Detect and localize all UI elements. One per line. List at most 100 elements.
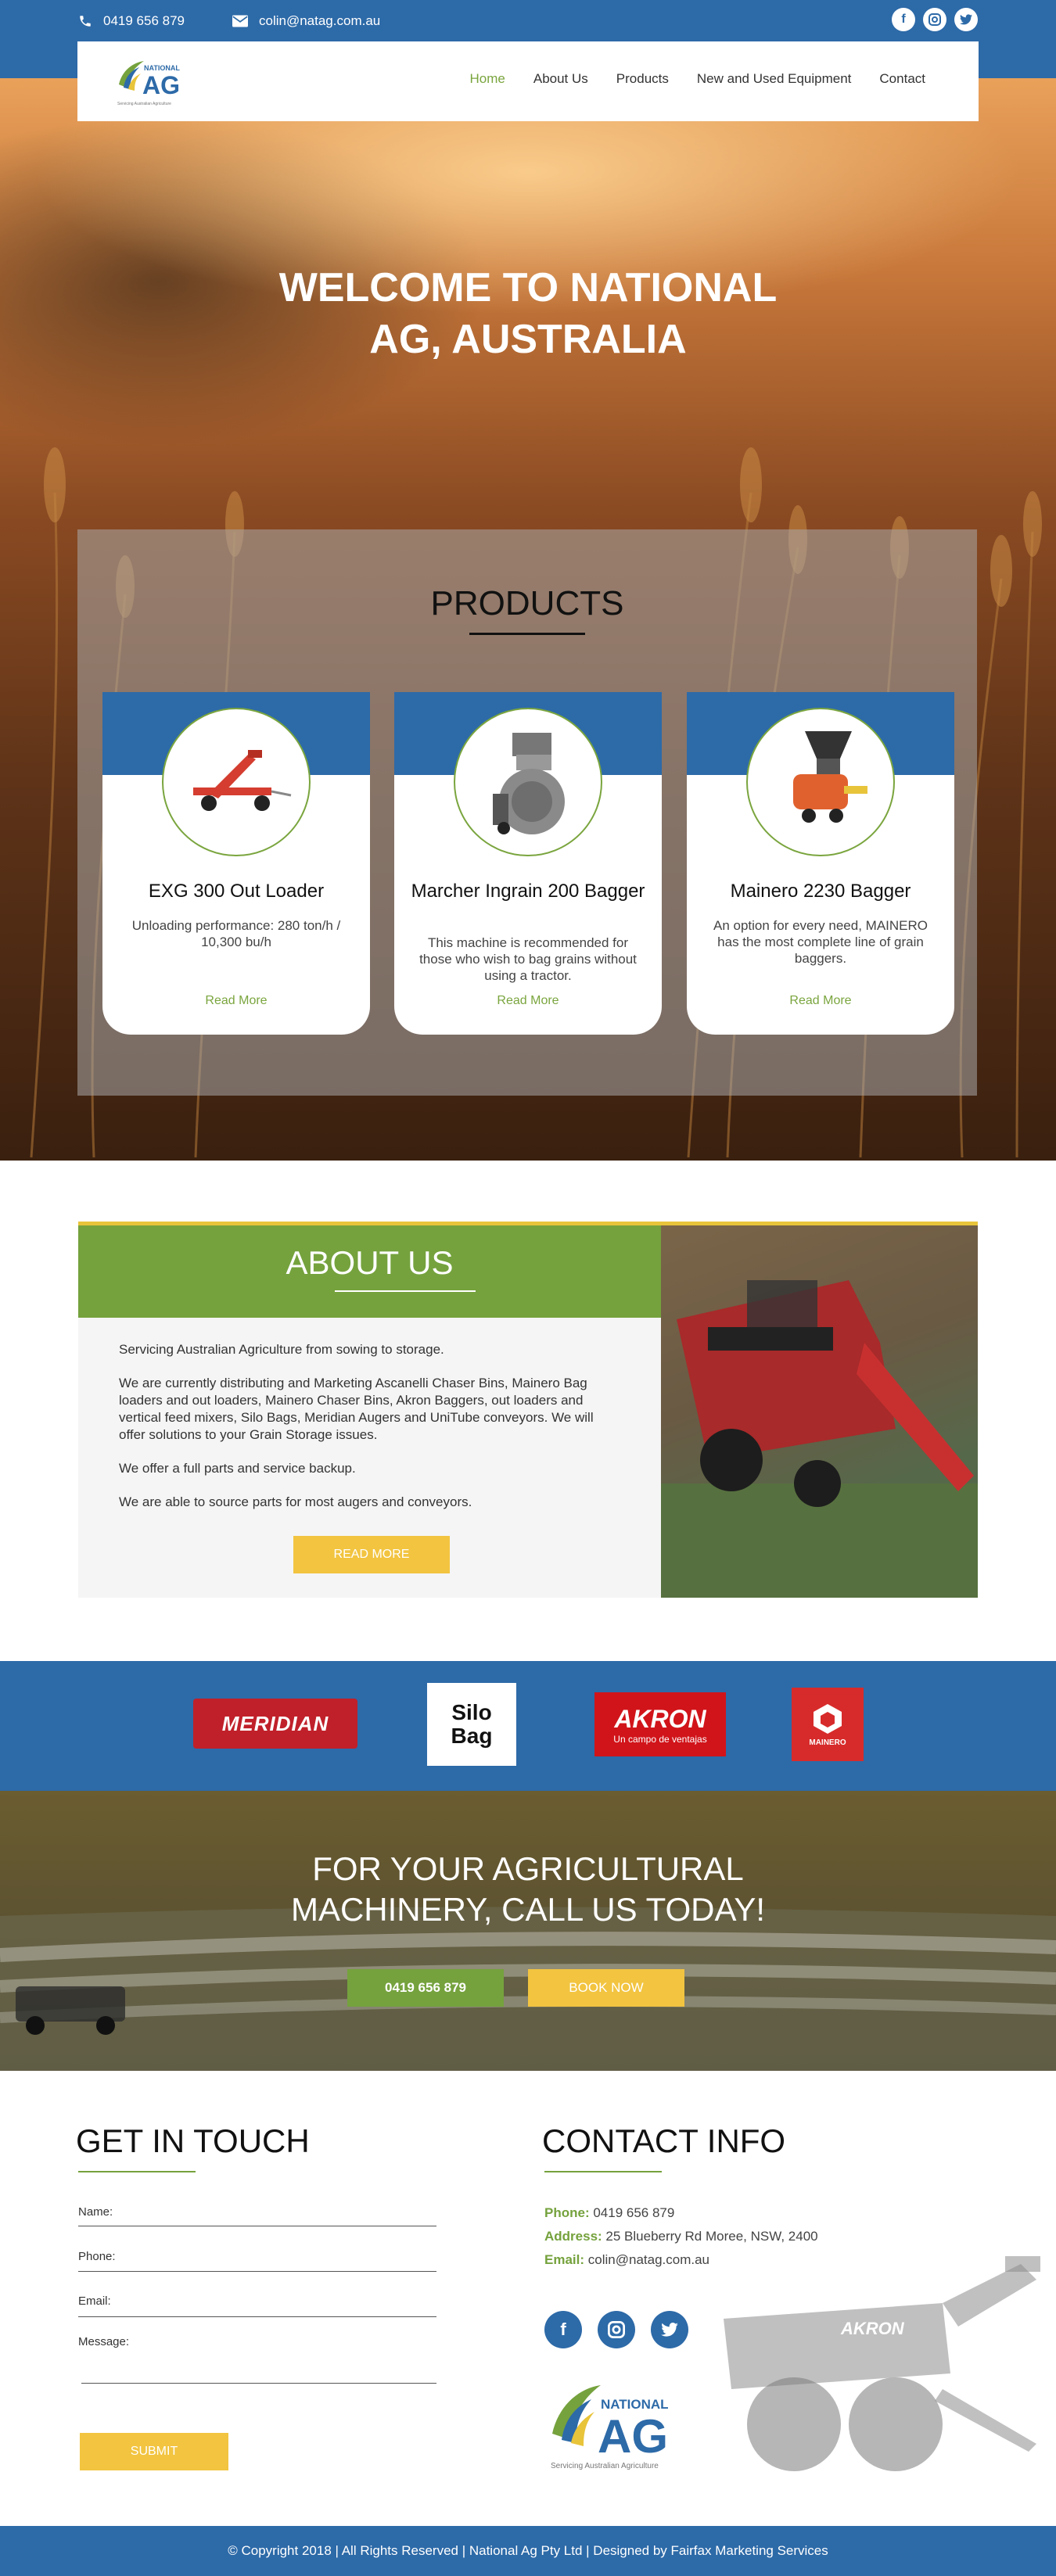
about-text: Servicing Australian Agriculture from so… [119, 1341, 620, 1527]
svg-text:Servicing Australian Agricultu: Servicing Australian Agriculture [551, 2462, 659, 2470]
product-description: An option for every need, MAINERO has th… [713, 918, 928, 966]
phone-field[interactable] [78, 2271, 436, 2272]
akron-logo[interactable]: AKRON Un campo de ventajas [594, 1692, 726, 1756]
phone-icon [80, 16, 91, 27]
name-label: Name: [78, 2205, 113, 2219]
email-label: Email: [78, 2294, 111, 2308]
product-title: EXG 300 Out Loader [148, 881, 325, 902]
call-to-action-section: FOR YOUR AGRICULTURAL MACHINERY, CALL US… [0, 1791, 1056, 2071]
about-paragraph: We offer a full parts and service backup… [119, 1461, 356, 1476]
nav-about-us[interactable]: About Us [533, 71, 588, 87]
top-phone-text: 0419 656 879 [103, 13, 185, 28]
about-header: ABOUT US [78, 1225, 661, 1318]
mainero-logo-text: MAINERO [809, 1738, 846, 1747]
hero-title: WELCOME TO NATIONAL AG, AUSTRALIA [0, 262, 1056, 365]
silobag-logo[interactable]: Silo Bag [427, 1683, 516, 1766]
akron-logo-subtitle: Un campo de ventajas [613, 1733, 707, 1745]
contact-info-title: CONTACT INFO [542, 2122, 786, 2159]
brands-bar: MERIDIAN Silo Bag AKRON Un campo de vent… [0, 1661, 1056, 1791]
meridian-logo[interactable]: MERIDIAN [193, 1699, 357, 1749]
read-more-link[interactable]: Read More [394, 994, 662, 1008]
get-in-touch-underline [78, 2171, 196, 2172]
product-image-bagger [454, 708, 602, 856]
product-title: Mainero 2230 Bagger [730, 881, 911, 902]
phone-label: Phone: [78, 2250, 116, 2263]
contact-email-value[interactable]: colin@natag.com.au [588, 2252, 709, 2267]
product-title: Marcher Ingrain 200 Bagger [411, 881, 645, 902]
contact-phone-value[interactable]: 0419 656 879 [593, 2205, 674, 2220]
product-card[interactable]: Marcher Ingrain 200 Bagger This machine … [394, 692, 662, 1035]
read-more-button[interactable]: READ MORE [293, 1536, 450, 1573]
product-image-out-loader [162, 708, 311, 856]
contact-address-label: Address: [544, 2229, 602, 2244]
about-title-underline [335, 1290, 476, 1292]
contact-social: f [544, 2311, 688, 2348]
national-ag-footer-logo[interactable]: NATIONAL AG Servicing Australian Agricul… [544, 2371, 677, 2473]
twitter-icon[interactable] [651, 2311, 688, 2348]
contact-address: Address: 25 Blueberry Rd Moree, NSW, 240… [544, 2229, 818, 2244]
cta-title: FOR YOUR AGRICULTURAL MACHINERY, CALL US… [0, 1849, 1056, 1930]
cta-title-line1: FOR YOUR AGRICULTURAL [312, 1850, 744, 1887]
about-paragraph: Servicing Australian Agriculture from so… [119, 1342, 444, 1357]
akron-logo-text: AKRON [614, 1704, 706, 1733]
silobag-logo-text-1: Silo [451, 1700, 492, 1724]
national-ag-logo[interactable]: NATIONAL AG Servicing Australian Agricul… [113, 53, 187, 109]
footer: © Copyright 2018 | All Rights Reserved |… [0, 2526, 1056, 2576]
mainero-logo[interactable]: MAINERO [792, 1688, 864, 1761]
submit-button[interactable]: SUBMIT [80, 2433, 228, 2470]
contact-email-label: Email: [544, 2252, 585, 2267]
read-more-link[interactable]: Read More [687, 994, 954, 1008]
read-more-link[interactable]: Read More [102, 994, 370, 1008]
hero-title-line1: WELCOME TO NATIONAL [278, 265, 778, 310]
contact-address-value: 25 Blueberry Rd Moree, NSW, 2400 [605, 2229, 818, 2244]
top-social: f [892, 8, 978, 31]
about-title: ABOUT US [286, 1244, 454, 1281]
about-paragraph: We are currently distributing and Market… [119, 1376, 594, 1442]
product-card[interactable]: Mainero 2230 Bagger An option for every … [687, 692, 954, 1035]
facebook-icon[interactable]: f [892, 8, 915, 31]
envelope-icon [232, 15, 248, 27]
top-email-text: colin@natag.com.au [259, 13, 381, 28]
meridian-logo-text: MERIDIAN [221, 1711, 329, 1735]
instagram-icon[interactable] [598, 2311, 635, 2348]
call-phone-button[interactable]: 0419 656 879 [347, 1969, 504, 2007]
facebook-icon[interactable]: f [544, 2311, 582, 2348]
products-title-underline [469, 633, 585, 635]
email-field[interactable] [78, 2316, 436, 2317]
contact-info-underline [544, 2171, 662, 2172]
message-field[interactable] [81, 2383, 436, 2384]
top-email[interactable]: colin@natag.com.au [232, 13, 380, 30]
nav-menu: Home About Us Products New and Used Equi… [470, 71, 926, 87]
hero-title-line2: AG, AUSTRALIA [369, 317, 687, 362]
about-section: ABOUT US Servicing Australian Agricultur… [78, 1225, 661, 1598]
contact-phone: Phone: 0419 656 879 [544, 2205, 674, 2221]
svg-text:AG: AG [142, 71, 180, 99]
silobag-logo-text-2: Bag [451, 1724, 493, 1748]
book-now-button[interactable]: BOOK NOW [528, 1969, 684, 2007]
grain-cart-image: AKRON [708, 2256, 1052, 2479]
mainero-cube-icon [814, 1703, 842, 1734]
svg-text:Servicing Australian Agricultu: Servicing Australian Agriculture [117, 102, 171, 106]
nav-home[interactable]: Home [470, 71, 505, 87]
svg-text:AG: AG [598, 2410, 668, 2463]
cta-title-line2: MACHINERY, CALL US TODAY! [290, 1891, 766, 1928]
top-phone[interactable]: 0419 656 879 [78, 13, 185, 30]
product-card[interactable]: EXG 300 Out Loader Unloading performance… [102, 692, 370, 1035]
nav-contact[interactable]: Contact [879, 71, 925, 87]
product-image-mainero-bagger [746, 708, 895, 856]
footer-copyright: © Copyright 2018 | All Rights Reserved |… [228, 2543, 828, 2558]
products-panel: PRODUCTS EXG 300 Out Loader Unloading pe… [77, 529, 977, 1096]
instagram-icon[interactable] [923, 8, 946, 31]
product-description: This machine is recommended for those wh… [419, 935, 637, 983]
message-label: Message: [78, 2335, 130, 2348]
about-paragraph: We are able to source parts for most aug… [119, 1494, 472, 1509]
harvester-image [661, 1225, 978, 1598]
nav-new-used-equipment[interactable]: New and Used Equipment [697, 71, 852, 87]
main-navbar: NATIONAL AG Servicing Australian Agricul… [77, 41, 979, 121]
twitter-icon[interactable] [954, 8, 978, 31]
product-description: Unloading performance: 280 ton/h / 10,30… [131, 918, 341, 949]
contact-email: Email: colin@natag.com.au [544, 2252, 709, 2268]
nav-products[interactable]: Products [616, 71, 669, 87]
contact-phone-label: Phone: [544, 2205, 590, 2220]
products-title: PRODUCTS [430, 584, 624, 622]
